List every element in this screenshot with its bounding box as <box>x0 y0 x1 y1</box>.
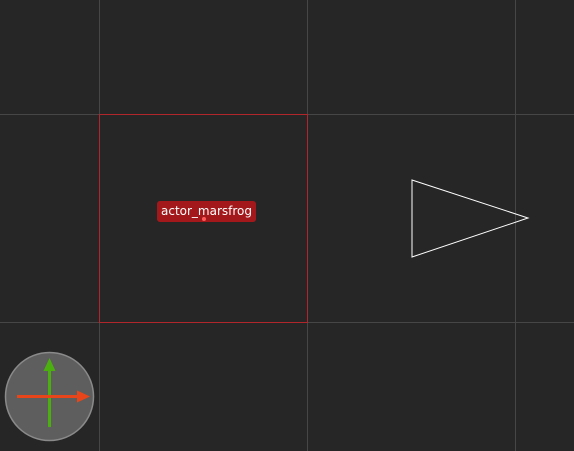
axis-gizmo-icon[interactable] <box>4 351 95 442</box>
triangle-outline-icon[interactable] <box>405 174 535 264</box>
scene-viewport[interactable]: actor_marsfrog <box>0 0 574 451</box>
actor-label[interactable]: actor_marsfrog <box>157 201 257 222</box>
actor-origin-dot <box>202 217 206 221</box>
